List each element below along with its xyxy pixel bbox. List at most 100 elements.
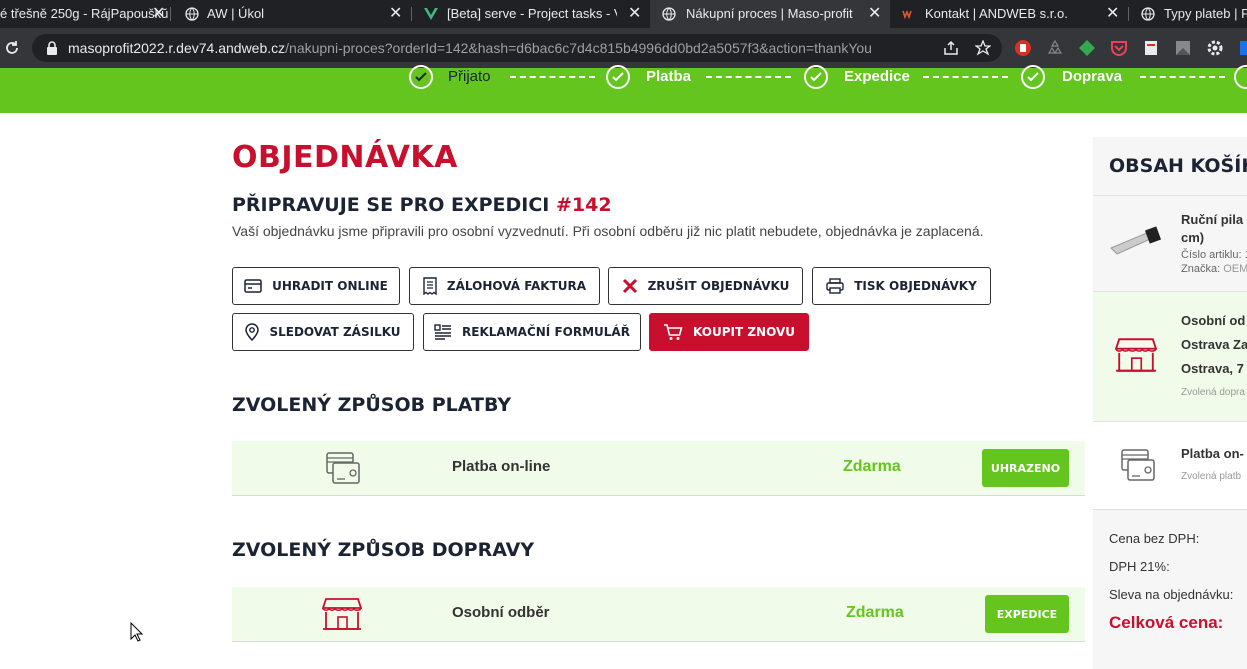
printer-icon xyxy=(826,278,844,294)
brand-value: OEM xyxy=(1223,263,1247,275)
tab-title: [Beta] serve - Project tasks - Vue xyxy=(447,6,617,21)
extension-image-icon[interactable] xyxy=(1174,39,1192,57)
payment-method-price: Zdarma xyxy=(843,458,901,475)
step-delivery: Doprava xyxy=(1062,68,1123,85)
close-icon[interactable]: ✕ xyxy=(152,0,165,28)
close-icon[interactable]: ✕ xyxy=(868,0,881,28)
shipping-method-heading: ZVOLENÝ ZPŮSOB DOPRAVY xyxy=(232,539,535,561)
step-dispatch: Expedice xyxy=(844,68,910,85)
step-check-icon xyxy=(1021,65,1045,89)
cart-shipping-city: Ostrava, 7 xyxy=(1181,361,1244,376)
star-icon[interactable] xyxy=(975,40,991,56)
browser-tab[interactable]: é třešně 250g - RájPapouškŭ ✕ xyxy=(0,0,170,28)
form-list-icon xyxy=(434,324,452,340)
gear-icon[interactable] xyxy=(1206,39,1224,57)
step-received: Přijato xyxy=(448,68,491,85)
location-pin-icon xyxy=(245,323,260,341)
cart-product-article: Číslo artiklu: 1 xyxy=(1181,249,1247,261)
url-path: /nakupni-proces?orderId=142&hash=d6bac6c… xyxy=(285,40,872,56)
step-check-icon xyxy=(804,65,828,89)
step-divider xyxy=(706,76,791,78)
pay-online-label: UHRADIT ONLINE xyxy=(272,279,388,293)
brand-label: Značka: xyxy=(1181,263,1221,275)
proforma-invoice-button[interactable]: ZÁLOHOVÁ FAKTURA xyxy=(409,267,600,305)
complaint-form-button[interactable]: REKLAMAČNÍ FORMULÁŘ xyxy=(423,313,641,351)
dispatch-status-badge: EXPEDICE xyxy=(985,595,1069,633)
shipping-method-row: Osobní odběr Zdarma EXPEDICE xyxy=(232,587,1085,642)
payment-method-name: Platba on-line xyxy=(452,458,551,475)
cart-summary-panel: OBSAH KOŠÍK Ruční pila cm) Číslo artiklu… xyxy=(1093,137,1247,669)
browser-tab-bar: é třešně 250g - RájPapouškŭ ✕ AW | Úkol … xyxy=(0,0,1247,28)
complaint-form-label: REKLAMAČNÍ FORMULÁŘ xyxy=(462,325,630,339)
globe-icon xyxy=(662,7,676,21)
print-order-button[interactable]: TISK OBJEDNÁVKY xyxy=(812,267,991,305)
cart-shipping-branch: Ostrava Za xyxy=(1181,337,1247,352)
order-status-heading: PŘIPRAVUJE SE PRO EXPEDICI #142 xyxy=(232,194,612,216)
browser-tab[interactable]: [Beta] serve - Project tasks - Vue ✕ xyxy=(412,0,650,28)
extension-red-icon[interactable] xyxy=(1014,39,1032,57)
pocket-icon[interactable] xyxy=(1110,39,1128,57)
page-title: OBJEDNÁVKA xyxy=(232,140,458,175)
store-icon xyxy=(322,598,362,630)
order-status-label: PŘIPRAVUJE SE PRO EXPEDICI xyxy=(232,194,550,216)
vat-label: DPH 21%: xyxy=(1109,559,1170,574)
close-icon[interactable]: ✕ xyxy=(389,0,402,28)
vue-icon xyxy=(424,8,438,20)
buy-again-button[interactable]: KOUPIT ZNOVU xyxy=(649,313,809,351)
browser-tab[interactable]: Kontakt | ANDWEB s.r.o. ✕ xyxy=(890,0,1128,28)
order-lead-text: Vaší objednávku jsme připravili pro osob… xyxy=(232,223,984,239)
shipping-method-price: Zdarma xyxy=(846,604,904,621)
lock-icon[interactable] xyxy=(46,41,58,55)
cart-product-brand: Značka: OEM xyxy=(1181,263,1247,275)
order-discount-label: Sleva na objednávku: xyxy=(1109,587,1234,602)
step-divider xyxy=(1140,76,1225,78)
step-check-icon xyxy=(409,65,433,89)
credit-card-icon xyxy=(244,279,262,293)
url-host: masoprofit2022.r.dev74.andweb.cz xyxy=(68,40,286,56)
extension-doc-icon[interactable] xyxy=(1142,39,1160,57)
track-shipment-button[interactable]: SLEDOVAT ZÁSILKU xyxy=(232,313,414,351)
andweb-icon xyxy=(902,9,912,20)
recycle-icon[interactable] xyxy=(1046,39,1064,57)
cart-product-item[interactable]: Ruční pila cm) Číslo artiklu: 1 Značka: … xyxy=(1093,195,1247,291)
proforma-invoice-label: ZÁLOHOVÁ FAKTURA xyxy=(446,279,587,293)
step-divider xyxy=(510,76,595,78)
shipping-method-name: Osobní odběr xyxy=(452,604,550,621)
step-payment: Platba xyxy=(646,68,692,85)
hand-saw-product-image xyxy=(1110,226,1162,255)
browser-tab-active[interactable]: Nákupní proces | Maso-profit ✕ xyxy=(650,0,890,28)
tab-title: Kontakt | ANDWEB s.r.o. xyxy=(925,6,1068,21)
globe-icon xyxy=(1141,7,1155,21)
cart-payment-note: Zvolená platb xyxy=(1181,471,1242,482)
browser-tab[interactable]: Typy plateb | Pla xyxy=(1129,0,1247,28)
step-check-icon xyxy=(606,65,630,89)
cart-product-name-continued: cm) xyxy=(1181,230,1205,245)
close-icon[interactable]: ✕ xyxy=(1106,0,1119,28)
cancel-order-button[interactable]: ZRUŠIT OBJEDNÁVKU xyxy=(608,267,803,305)
close-icon[interactable]: ✕ xyxy=(628,0,641,28)
price-without-vat-label: Cena bez DPH: xyxy=(1109,531,1200,546)
paid-status-badge: UHRAZENO xyxy=(982,449,1069,487)
tab-title: Nákupní proces | Maso-profit xyxy=(686,6,853,21)
url-text[interactable]: masoprofit2022.r.dev74.andweb.cz/nakupni… xyxy=(68,34,872,62)
tab-title: Typy plateb | Pla xyxy=(1164,6,1247,21)
payment-card-icon xyxy=(1121,449,1155,481)
cart-icon xyxy=(664,324,683,340)
extension-green-icon[interactable] xyxy=(1078,39,1096,57)
cart-shipping-item: Osobní od Ostrava Za Ostrava, 7 Zvolená … xyxy=(1093,291,1247,421)
buy-again-label: KOUPIT ZNOVU xyxy=(693,325,795,339)
extension-blue-icon[interactable] xyxy=(1240,39,1247,57)
browser-tab[interactable]: AW | Úkol ✕ xyxy=(171,0,411,28)
step-divider xyxy=(923,76,1008,78)
cart-product-name: Ruční pila xyxy=(1181,212,1244,227)
payment-card-icon xyxy=(326,452,360,484)
share-icon[interactable] xyxy=(943,40,959,56)
order-number: #142 xyxy=(556,194,612,216)
payment-method-heading: ZVOLENÝ ZPŮSOB PLATBY xyxy=(232,394,512,416)
reload-icon[interactable] xyxy=(4,40,20,56)
tab-title: é třešně 250g - RájPapouškŭ xyxy=(0,6,169,21)
pay-online-button[interactable]: UHRADIT ONLINE xyxy=(232,267,400,305)
cart-shipping-note: Zvolená dopra xyxy=(1181,387,1245,398)
total-price-label: Celková cena: xyxy=(1109,613,1224,632)
cart-payment-item: Platba on- Zvolená platb xyxy=(1093,421,1247,509)
